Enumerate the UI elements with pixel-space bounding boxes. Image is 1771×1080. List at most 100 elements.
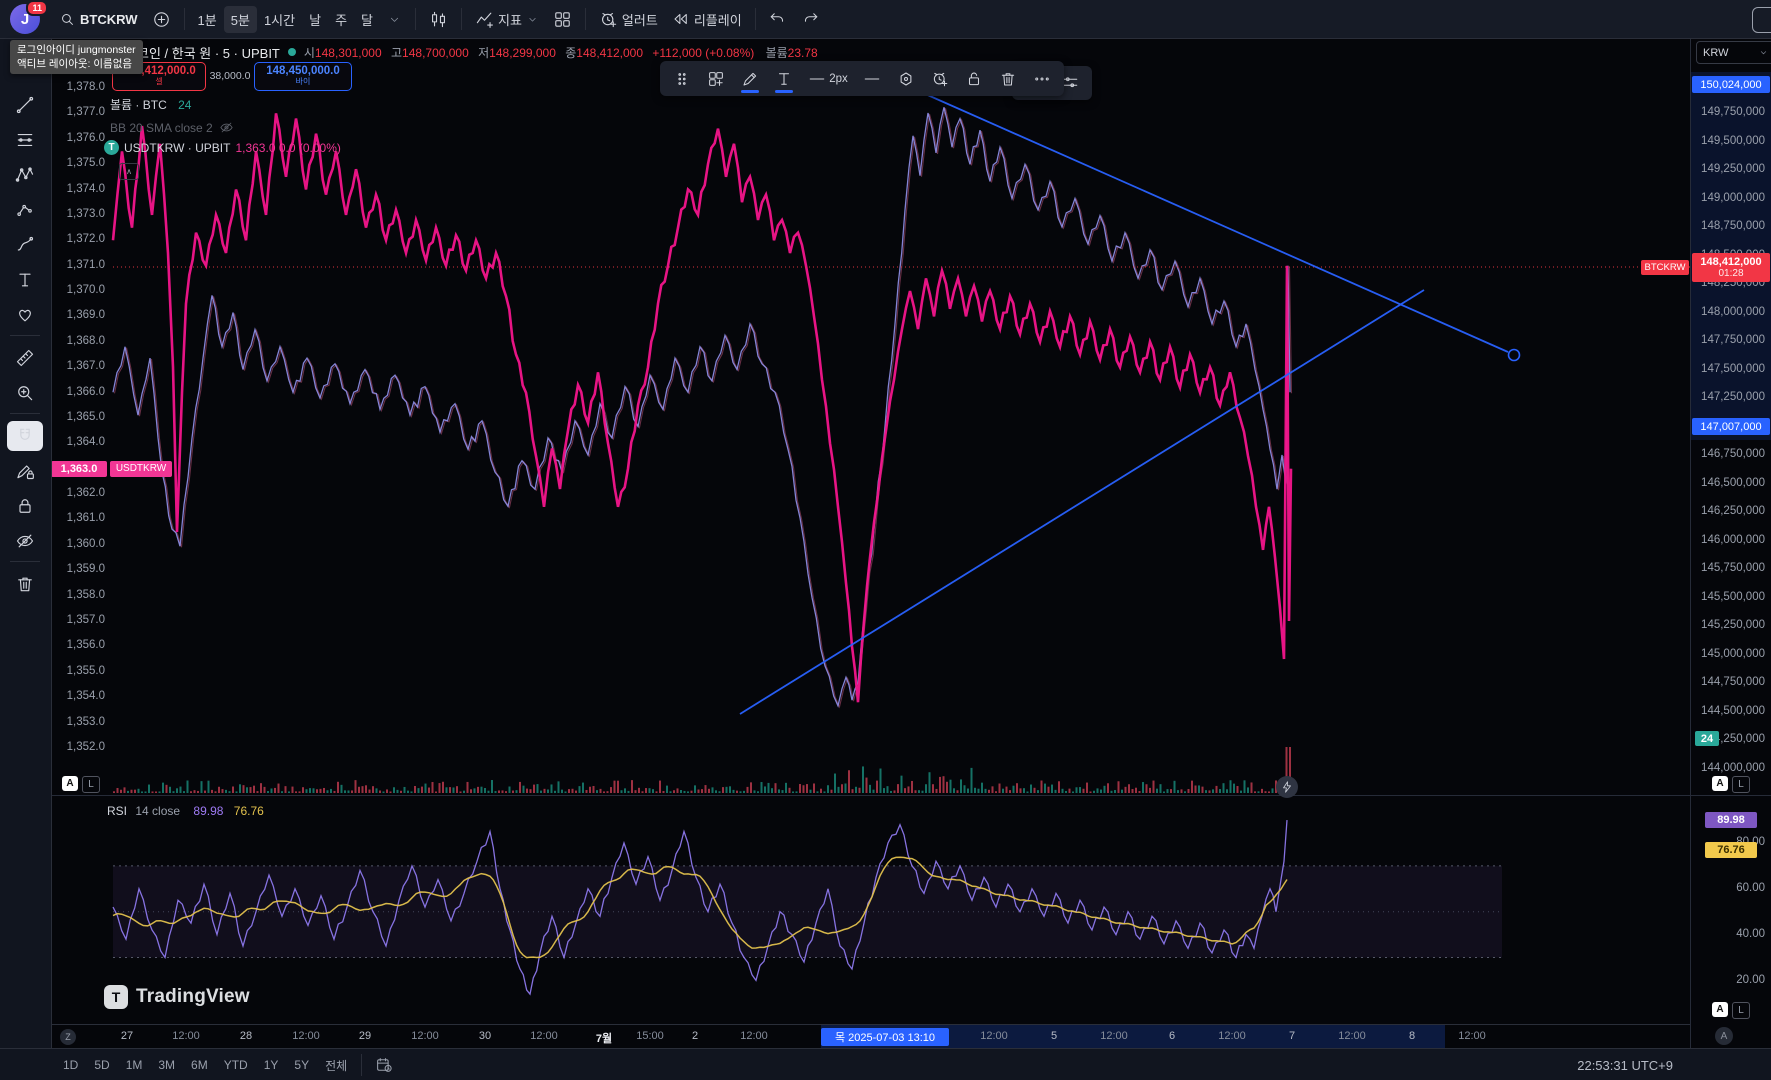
main-pane-auto-button[interactable]: A bbox=[1712, 776, 1728, 791]
main-pane-left-auto-button[interactable]: A bbox=[62, 776, 78, 791]
line-style-button[interactable] bbox=[856, 64, 888, 94]
tool-text[interactable] bbox=[7, 265, 43, 295]
main-pane-log-button[interactable]: L bbox=[1732, 776, 1750, 793]
replay-button[interactable]: 리플레이 bbox=[665, 6, 749, 33]
right-price-axis[interactable]: KRW 149,750,000 149,500,000 149,250,000 149… bbox=[1641, 38, 1771, 1024]
timeframe-dropdown[interactable] bbox=[380, 8, 409, 31]
tool-fib-retracement[interactable] bbox=[7, 125, 43, 155]
tool-emoji[interactable] bbox=[7, 300, 43, 330]
tool-measure[interactable] bbox=[7, 343, 43, 373]
tool-magnet[interactable] bbox=[7, 421, 43, 451]
tool-remove-all[interactable] bbox=[7, 569, 43, 599]
drag-handle-icon bbox=[673, 70, 691, 88]
toolbar-separator bbox=[415, 8, 416, 30]
add-layout-button[interactable] bbox=[700, 64, 732, 94]
text-tool-button[interactable] bbox=[768, 64, 800, 94]
symbol-search-button[interactable]: BTCKRW bbox=[52, 7, 145, 32]
clock[interactable]: 22:53:31 UTC+9 bbox=[1577, 1058, 1673, 1073]
bottombar-separator bbox=[361, 1054, 363, 1076]
tool-magnet-icon bbox=[15, 426, 35, 446]
usdt-row-values: 1,363.0 0.0 (0.00%) bbox=[235, 140, 341, 155]
range-1D[interactable]: 1D bbox=[55, 1054, 86, 1076]
range-3M[interactable]: 3M bbox=[150, 1054, 183, 1076]
chart-symbol-price-badge: BTCKRW bbox=[1641, 260, 1689, 275]
pencil-tool-button[interactable] bbox=[734, 64, 766, 94]
settings-hexagon-button[interactable] bbox=[890, 64, 922, 94]
rsi-ma-value: 76.76 bbox=[233, 804, 264, 818]
user-avatar[interactable]: J 11 bbox=[10, 0, 48, 34]
axis-corner-auto-button[interactable]: A bbox=[1715, 1027, 1733, 1045]
time-axis[interactable]: Z 27 12:00 28 12:00 29 12:00 30 12:00 7월 15:00 2 12:… bbox=[51, 1024, 1690, 1049]
range-6M[interactable]: 6M bbox=[183, 1054, 216, 1076]
rsi-pane-log-button[interactable]: L bbox=[1732, 1002, 1750, 1019]
alert-button[interactable]: 얼러트 bbox=[592, 6, 665, 33]
legend-bb-row[interactable]: BB 20 SMA close 2 bbox=[110, 120, 234, 135]
legend-usdtkrw-row[interactable]: T USDTKRW · UPBIT 1,363.0 0.0 (0.00%) bbox=[104, 140, 341, 155]
tool-trendline[interactable] bbox=[7, 90, 43, 120]
line-width-button[interactable]: 2px bbox=[802, 64, 854, 94]
candlestick-icon bbox=[429, 10, 448, 29]
tool-text-icon bbox=[15, 270, 35, 290]
tool-brush[interactable] bbox=[7, 230, 43, 260]
right-axis-label: 145,000,000 bbox=[1701, 647, 1765, 660]
rsi-value-label: 89.98 bbox=[1705, 812, 1757, 828]
chevron-down-icon bbox=[526, 13, 539, 26]
left-axis-label: 1,371.0 bbox=[66, 258, 105, 271]
timeframe-1분[interactable]: 1분 bbox=[191, 6, 224, 33]
toolbar-separator bbox=[461, 8, 462, 30]
eye-off-icon[interactable] bbox=[219, 120, 234, 135]
range-5D[interactable]: 5D bbox=[86, 1054, 117, 1076]
legend-collapse-button[interactable]: ∧ bbox=[119, 163, 139, 180]
rsi-legend[interactable]: RSI 14 close 89.98 76.76 bbox=[107, 804, 264, 818]
rsi-pane-auto-button[interactable]: A bbox=[1712, 1002, 1728, 1017]
time-tick: 12:00 bbox=[292, 1030, 320, 1042]
redo-button[interactable] bbox=[794, 6, 826, 32]
tool-forecast[interactable] bbox=[7, 195, 43, 225]
timezone-button[interactable]: Z bbox=[60, 1029, 76, 1045]
unlock-icon bbox=[965, 70, 983, 88]
timeframe-5분[interactable]: 5분 bbox=[223, 5, 257, 33]
timeframe-날[interactable]: 날 bbox=[302, 6, 328, 33]
compare-add-button[interactable] bbox=[145, 6, 178, 33]
trash-button[interactable] bbox=[992, 64, 1024, 94]
legend-volume-row[interactable]: 볼륨 · BTC 24 bbox=[110, 96, 191, 113]
chart-style-button[interactable] bbox=[422, 6, 455, 33]
go-to-date-button[interactable] bbox=[368, 1052, 400, 1078]
unlock-button[interactable] bbox=[958, 64, 990, 94]
time-tick: 8 bbox=[1408, 1030, 1416, 1042]
undo-button[interactable] bbox=[762, 6, 794, 32]
add-alert-icon bbox=[931, 70, 949, 88]
add-layout-icon bbox=[707, 70, 725, 88]
symbol-title[interactable]: 코인 / 한국 원 · 5 · UPBIT bbox=[137, 43, 280, 62]
axis-volume-badge: 24 bbox=[1695, 731, 1719, 746]
layout-grid-button[interactable] bbox=[546, 6, 579, 33]
range-1Y[interactable]: 1Y bbox=[256, 1054, 287, 1076]
tool-pattern[interactable] bbox=[7, 160, 43, 190]
range-5Y[interactable]: 5Y bbox=[286, 1054, 317, 1076]
market-status-dot[interactable] bbox=[287, 48, 296, 56]
timeframe-1시간[interactable]: 1시간 bbox=[257, 6, 302, 33]
left-axis-label: 1,366.0 bbox=[66, 385, 105, 398]
timeframe-달[interactable]: 달 bbox=[354, 6, 380, 33]
right-axis-label: 148,750,000 bbox=[1701, 220, 1765, 232]
tool-hide-all[interactable] bbox=[7, 526, 43, 556]
left-axis-label: 1,374.0 bbox=[66, 182, 105, 195]
chart-canvas[interactable] bbox=[0, 0, 1771, 1080]
more-options-button[interactable] bbox=[1026, 64, 1058, 94]
tool-zoom-in[interactable] bbox=[7, 378, 43, 408]
range-전체[interactable]: 전체 bbox=[317, 1053, 355, 1078]
range-YTD[interactable]: YTD bbox=[216, 1054, 256, 1076]
replay-icon bbox=[672, 10, 690, 28]
quick-trade-lightning-button[interactable] bbox=[1276, 776, 1298, 798]
main-pane-left-log-button[interactable]: L bbox=[82, 776, 100, 793]
tool-stay-in-drawing-mode[interactable] bbox=[7, 456, 43, 486]
tool-lock-all[interactable] bbox=[7, 491, 43, 521]
left-price-axis[interactable]: 1,378.0 1,377.0 1,376.0 1,375.0 1,374.0 1,373… bbox=[51, 38, 172, 1024]
indicators-button[interactable]: 지표 bbox=[468, 6, 546, 33]
add-alert-button[interactable] bbox=[924, 64, 956, 94]
right-axis-label: 146,750,000 bbox=[1701, 448, 1765, 460]
toolbar-corner-button[interactable] bbox=[1752, 7, 1771, 33]
krw-currency-dropdown[interactable]: KRW bbox=[1696, 41, 1771, 64]
timeframe-주[interactable]: 주 bbox=[328, 6, 354, 33]
range-1M[interactable]: 1M bbox=[118, 1054, 151, 1076]
